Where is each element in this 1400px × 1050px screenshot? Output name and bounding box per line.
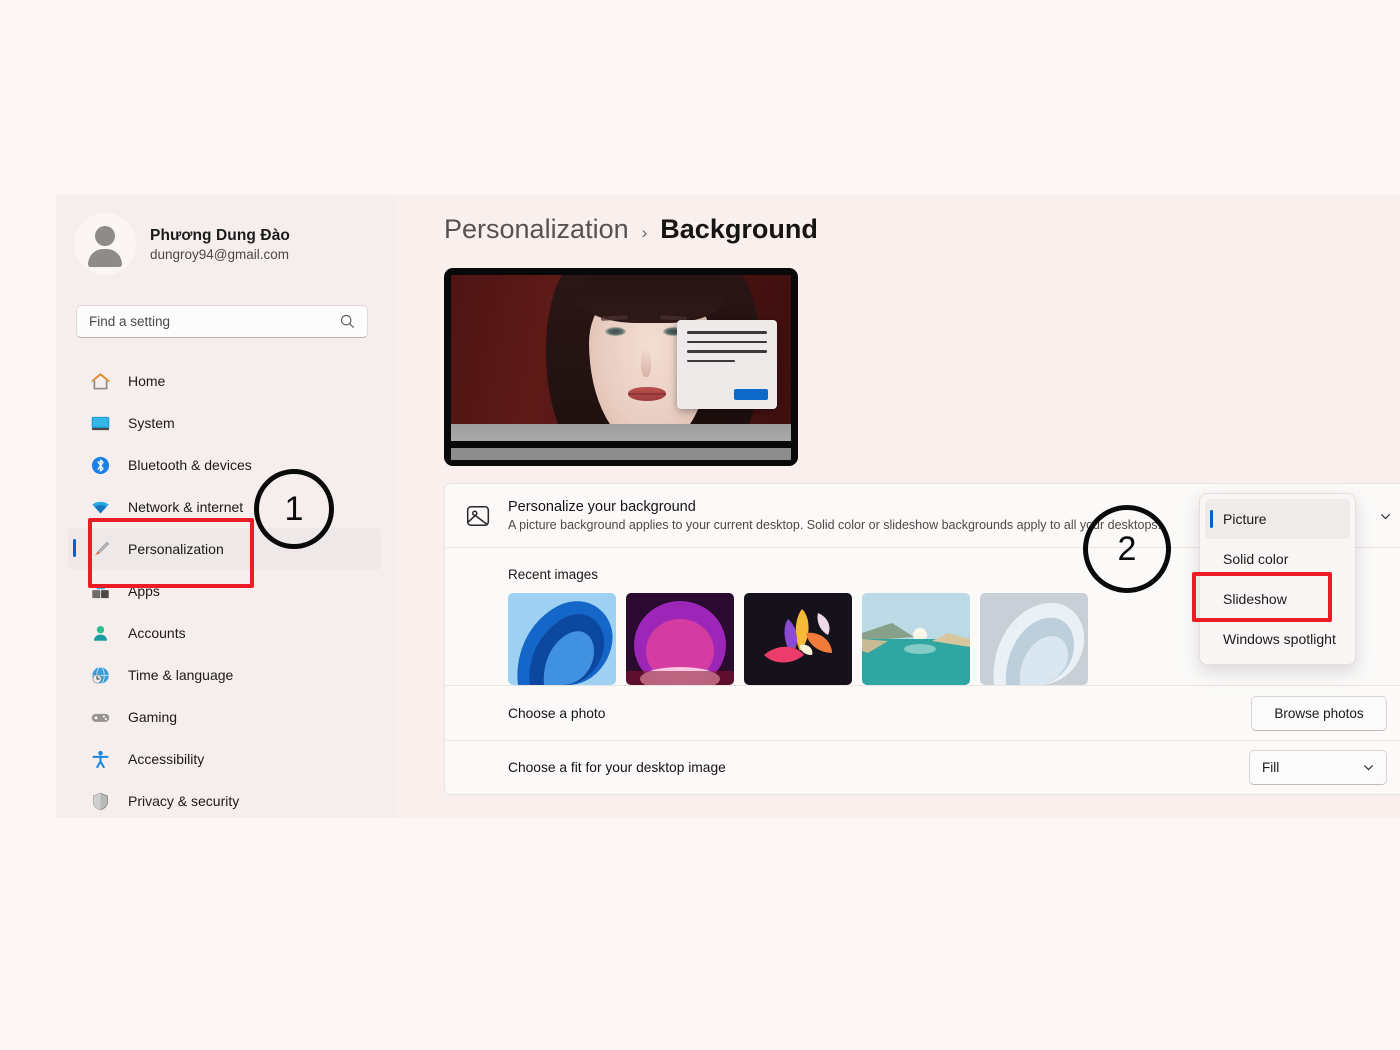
recent-image-sunset-lake[interactable] bbox=[862, 593, 970, 685]
sidebar-item-label: Bluetooth & devices bbox=[128, 457, 252, 473]
sidebar-item-label: Accessibility bbox=[128, 751, 205, 767]
sidebar-item-label: Home bbox=[128, 373, 166, 389]
sidebar-item-label: Time & language bbox=[128, 667, 234, 683]
browse-photos-button[interactable]: Browse photos bbox=[1251, 695, 1387, 731]
sidebar-item-apps[interactable]: Apps bbox=[68, 570, 381, 612]
background-type-option-picture[interactable]: Picture bbox=[1205, 499, 1350, 539]
chevron-down-icon bbox=[1363, 765, 1374, 771]
account-name: Phương Dung Đào bbox=[150, 226, 290, 244]
background-type-option-windows-spotlight[interactable]: Windows spotlight bbox=[1205, 619, 1350, 659]
home-icon bbox=[90, 371, 111, 392]
sidebar-item-time-language[interactable]: Time & language bbox=[68, 654, 381, 696]
choose-fit-select[interactable]: Fill bbox=[1249, 750, 1387, 785]
system-monitor-icon bbox=[90, 413, 111, 434]
gamepad-icon bbox=[90, 707, 111, 728]
preview-taskbar bbox=[451, 424, 791, 441]
account-header[interactable]: Phương Dung Đào dungroy94@gmail.com bbox=[56, 195, 397, 275]
shield-icon bbox=[90, 791, 111, 812]
sidebar-item-gaming[interactable]: Gaming bbox=[68, 696, 381, 738]
preview-sample-dialog bbox=[677, 320, 777, 409]
screenshot-stage: Phương Dung Đào dungroy94@gmail.com Home… bbox=[0, 0, 1400, 1050]
choose-photo-label: Choose a photo bbox=[508, 705, 606, 721]
wallpaper-preview bbox=[451, 275, 791, 441]
choose-photo-row: Choose a photo Browse photos bbox=[444, 685, 1400, 740]
sidebar-item-network-internet[interactable]: Network & internet bbox=[68, 486, 381, 528]
recent-image-windows-bloom-light[interactable] bbox=[980, 593, 1088, 685]
apps-icon bbox=[90, 581, 111, 602]
sidebar-item-accounts[interactable]: Accounts bbox=[68, 612, 381, 654]
desktop-preview-monitor bbox=[444, 268, 798, 466]
background-type-option-label: Windows spotlight bbox=[1223, 631, 1336, 647]
recent-image-windows-bloom-blue[interactable] bbox=[508, 593, 616, 685]
chevron-down-icon[interactable] bbox=[1380, 511, 1391, 522]
picture-icon bbox=[466, 505, 490, 526]
annotation-badge-1: 1 bbox=[254, 469, 334, 549]
recent-image-abstract-petals[interactable] bbox=[744, 593, 852, 685]
accounts-person-icon bbox=[90, 623, 111, 644]
annotation-badge-2: 2 bbox=[1083, 505, 1171, 593]
sidebar-item-label: Apps bbox=[128, 583, 160, 599]
sidebar-item-label: Network & internet bbox=[128, 499, 244, 515]
sidebar-item-label: Personalization bbox=[128, 541, 224, 557]
clock-globe-icon bbox=[90, 665, 111, 686]
sidebar-item-accessibility[interactable]: Accessibility bbox=[68, 738, 381, 780]
background-type-option-label: Slideshow bbox=[1223, 591, 1287, 607]
background-type-option-solid-color[interactable]: Solid color bbox=[1205, 539, 1350, 579]
accessibility-person-icon bbox=[90, 749, 111, 770]
background-type-option-slideshow[interactable]: Slideshow bbox=[1205, 579, 1350, 619]
sidebar-item-label: System bbox=[128, 415, 175, 431]
sidebar-item-label: Privacy & security bbox=[128, 793, 240, 809]
background-type-flyout[interactable]: Picture Solid color Slideshow Windows spotl… bbox=[1199, 493, 1356, 665]
person-avatar-icon bbox=[74, 213, 136, 275]
search-input[interactable] bbox=[89, 314, 329, 329]
sidebar-item-personalization[interactable]: Personalization bbox=[68, 528, 381, 570]
choose-fit-row: Choose a fit for your desktop image Fill bbox=[444, 740, 1400, 795]
preview-dialog-button bbox=[734, 389, 768, 400]
choose-fit-value: Fill bbox=[1262, 760, 1280, 775]
personalize-title: Personalize your background bbox=[508, 499, 696, 515]
sidebar-item-system[interactable]: System bbox=[68, 402, 381, 444]
sidebar-item-privacy-security[interactable]: Privacy & security bbox=[68, 780, 381, 818]
breadcrumb-personalization[interactable]: Personalization bbox=[444, 214, 629, 245]
monitor-stand bbox=[451, 448, 791, 460]
recent-image-purple-glow-orb[interactable] bbox=[626, 593, 734, 685]
wifi-icon bbox=[90, 497, 111, 518]
breadcrumb: Personalization › Background bbox=[444, 214, 1400, 245]
personalize-description: A picture background applies to your cur… bbox=[508, 518, 1162, 532]
sidebar-item-home[interactable]: Home bbox=[68, 360, 381, 402]
search-box[interactable] bbox=[76, 305, 368, 338]
paintbrush-icon bbox=[90, 539, 111, 560]
choose-fit-label: Choose a fit for your desktop image bbox=[508, 760, 726, 775]
page-title: Background bbox=[660, 214, 818, 244]
sidebar-item-label: Gaming bbox=[128, 709, 178, 725]
sidebar-item-bluetooth-devices[interactable]: Bluetooth & devices bbox=[68, 444, 381, 486]
settings-sidebar: Phương Dung Đào dungroy94@gmail.com Home… bbox=[56, 195, 397, 818]
search-icon bbox=[340, 314, 355, 329]
background-type-option-label: Picture bbox=[1223, 511, 1267, 527]
sidebar-nav: Home System Bluetooth & devices Network & i… bbox=[56, 360, 397, 818]
sidebar-item-label: Accounts bbox=[128, 625, 186, 641]
background-type-option-label: Solid color bbox=[1223, 551, 1289, 567]
breadcrumb-separator-icon: › bbox=[641, 223, 648, 242]
bluetooth-icon bbox=[90, 455, 111, 476]
account-email: dungroy94@gmail.com bbox=[150, 246, 290, 262]
